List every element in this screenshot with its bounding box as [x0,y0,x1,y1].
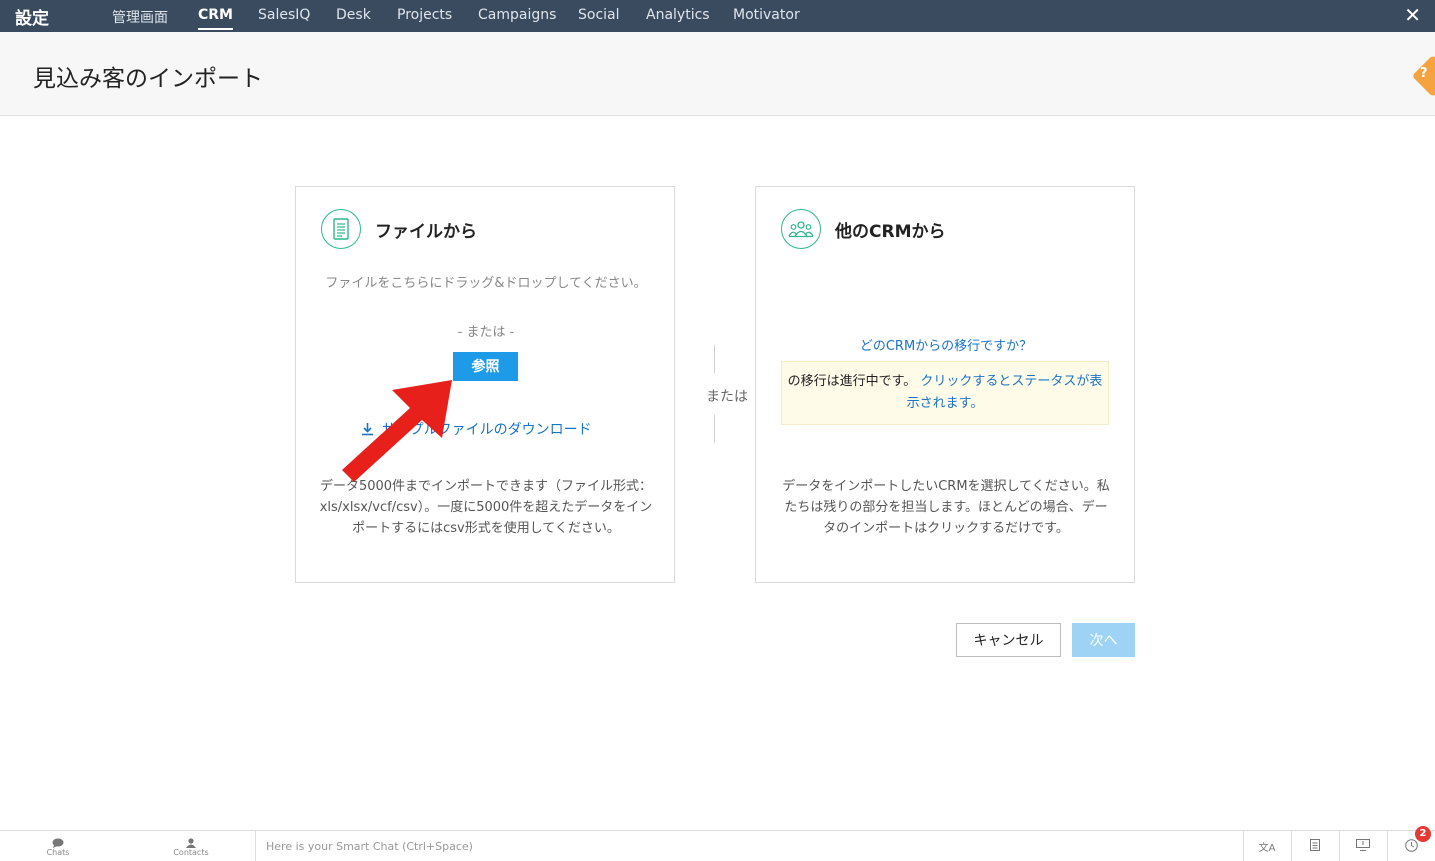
migration-status-link[interactable]: クリックするとステータスが表示されます。 [907,374,1103,411]
monitor-icon [1356,839,1370,851]
tab-crm[interactable]: CRM [198,7,233,30]
bottom-separator [1291,831,1292,861]
migration-status-notice: の移行は進行中です。 クリックするとステータスが表示されます。 [781,361,1109,425]
screen-share-button[interactable] [1352,831,1374,861]
tab-admin[interactable]: 管理画面 [112,7,168,27]
top-navigation: 設定 管理画面 CRM SalesIQ Desk Projects Campai… [0,0,1435,32]
which-crm-link[interactable]: どのCRMからの移行ですか？ [756,335,1136,354]
bottom-separator [1243,831,1244,861]
page-header: 見込み客のインポート ? [0,32,1435,116]
annotation-arrow [342,380,452,482]
contacts-button[interactable]: Contacts [170,831,212,861]
notification-badge: 2 [1415,826,1431,842]
tab-campaigns[interactable]: Campaigns [478,7,556,23]
tab-motivator[interactable]: Motivator [733,7,800,23]
tab-analytics[interactable]: Analytics [646,7,710,23]
people-group-icon [781,209,821,249]
smart-chat-input[interactable]: Here is your Smart Chat (Ctrl+Space) [266,840,473,853]
chats-label: Chats [46,848,70,857]
help-tab[interactable]: ? [1409,54,1435,98]
divider-line-bottom [714,415,715,443]
bottom-separator [1387,831,1388,861]
migration-notice-text: の移行は進行中です。 [787,374,917,389]
from-file-title: ファイルから [375,222,477,242]
tab-social[interactable]: Social [578,7,620,23]
tab-salesiq[interactable]: SalesIQ [258,7,310,23]
bottom-separator [1339,831,1340,861]
contacts-label: Contacts [173,848,209,857]
clock-icon [1404,839,1418,852]
translate-button[interactable]: 文A [1256,831,1278,861]
tab-desk[interactable]: Desk [336,7,371,23]
crm-import-info: データをインポートしたいCRMを選択してください。私たちは残りの部分を担当します… [782,479,1110,536]
browse-button[interactable]: 参照 [453,352,518,381]
bottom-separator [255,831,256,861]
divider-line-top [714,345,715,373]
or-separator: - または - [457,325,515,340]
page-title: 見込み客のインポート [33,66,263,92]
drag-drop-text[interactable]: ファイルをこちらにドラッグ&ドロップしてください。 [321,273,651,295]
cancel-button[interactable]: キャンセル [956,623,1061,657]
close-icon[interactable]: ✕ [1404,3,1421,27]
settings-title: 設定 [15,9,49,29]
chat-bubble-icon [52,838,64,848]
chats-button[interactable]: Chats [38,831,78,861]
import-from-crm-card: 他のCRMから どのCRMからの移行ですか？ の移行は進行中です。 クリックする… [755,186,1135,583]
notes-button[interactable] [1305,831,1325,861]
next-button[interactable]: 次へ [1072,623,1135,657]
note-icon [1310,839,1320,851]
document-icon [321,209,361,249]
help-question-icon: ? [1420,66,1428,81]
cards-or-separator: または [706,389,748,405]
from-crm-title: 他のCRMから [835,222,946,242]
contact-person-icon [186,838,196,848]
bottom-bar: Chats Contacts Here is your Smart Chat (… [0,830,1435,861]
translate-icon: 文A [1258,843,1276,854]
tab-projects[interactable]: Projects [397,7,452,23]
